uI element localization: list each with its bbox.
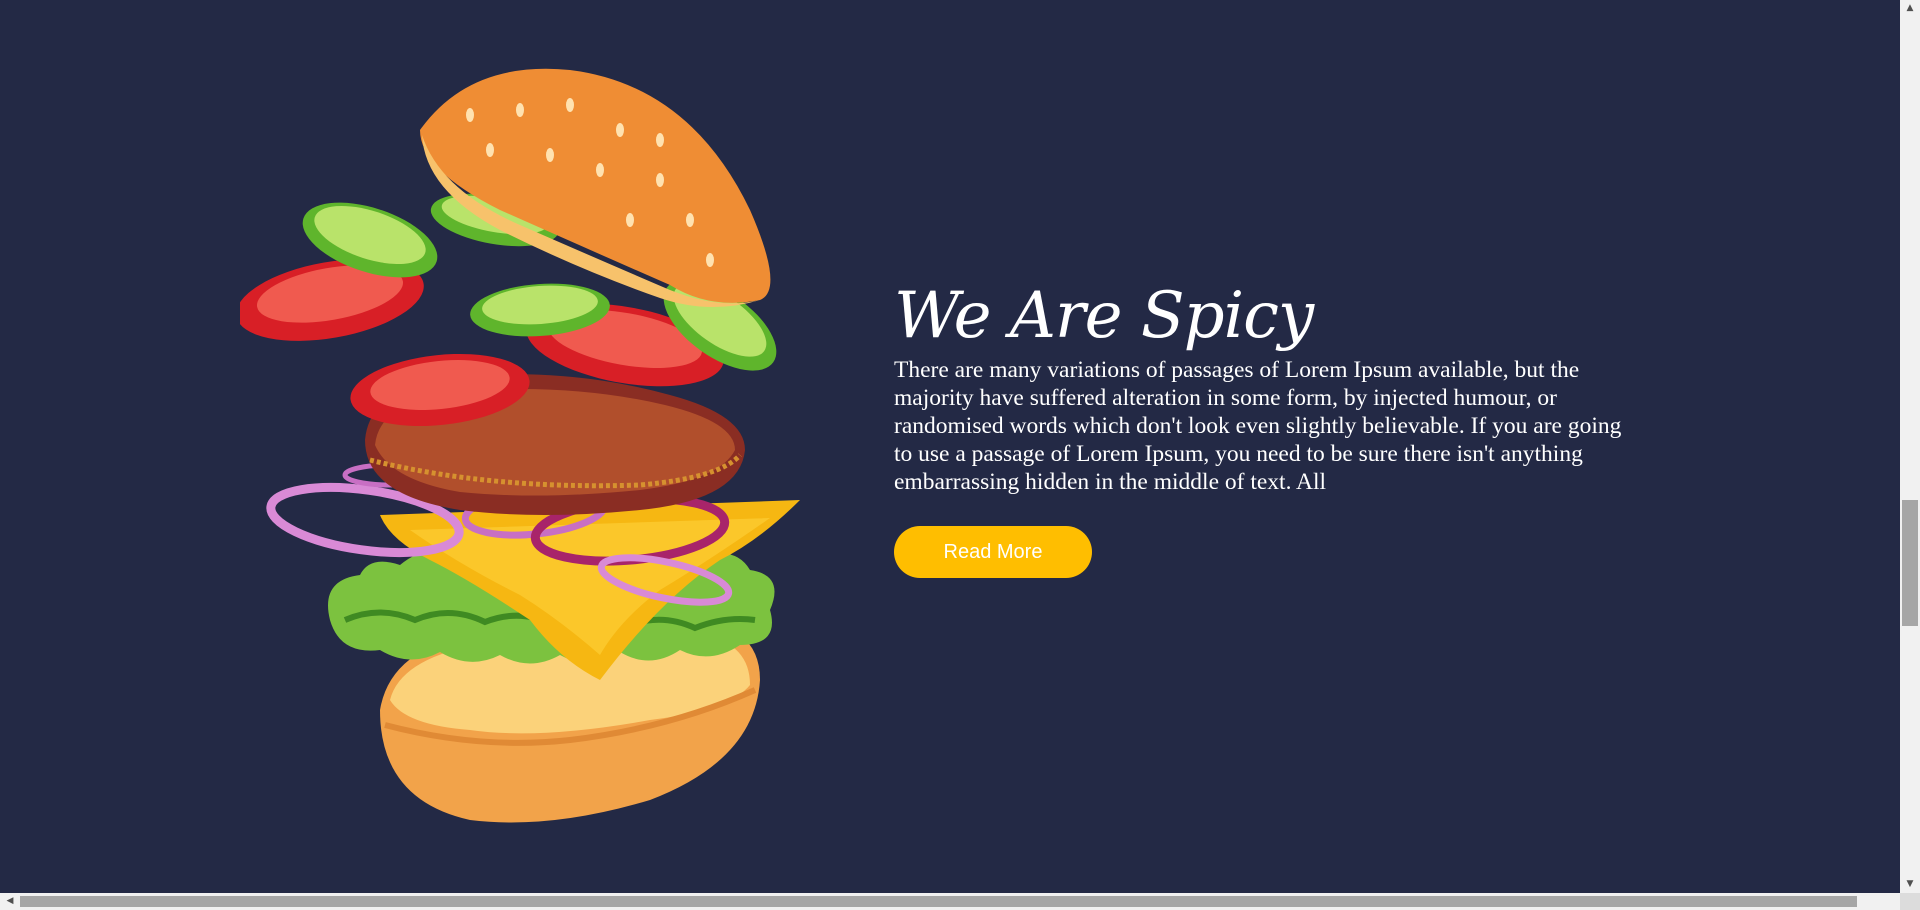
hero-content: We Are Spicy There are many variations o…	[894, 276, 1634, 578]
page: We Are Spicy There are many variations o…	[0, 0, 1900, 893]
scroll-up-arrow-icon[interactable]: ▲	[1900, 0, 1920, 17]
burger-illustration	[240, 68, 800, 823]
hero-title: We Are Spicy	[894, 279, 1314, 353]
horizontal-scroll-thumb[interactable]	[20, 896, 1857, 907]
burger-image	[240, 60, 810, 840]
read-more-button[interactable]: Read More	[894, 526, 1092, 578]
vertical-scrollbar[interactable]: ▲ ▼	[1900, 0, 1920, 893]
hero-description: There are many variations of passages of…	[894, 357, 1622, 495]
scroll-left-arrow-icon[interactable]: ◀	[0, 893, 20, 910]
scrollbar-corner	[1900, 893, 1920, 910]
scroll-down-arrow-icon[interactable]: ▼	[1900, 876, 1920, 893]
vertical-scroll-thumb[interactable]	[1902, 500, 1918, 626]
horizontal-scrollbar[interactable]: ◀ ▶	[0, 893, 1920, 910]
